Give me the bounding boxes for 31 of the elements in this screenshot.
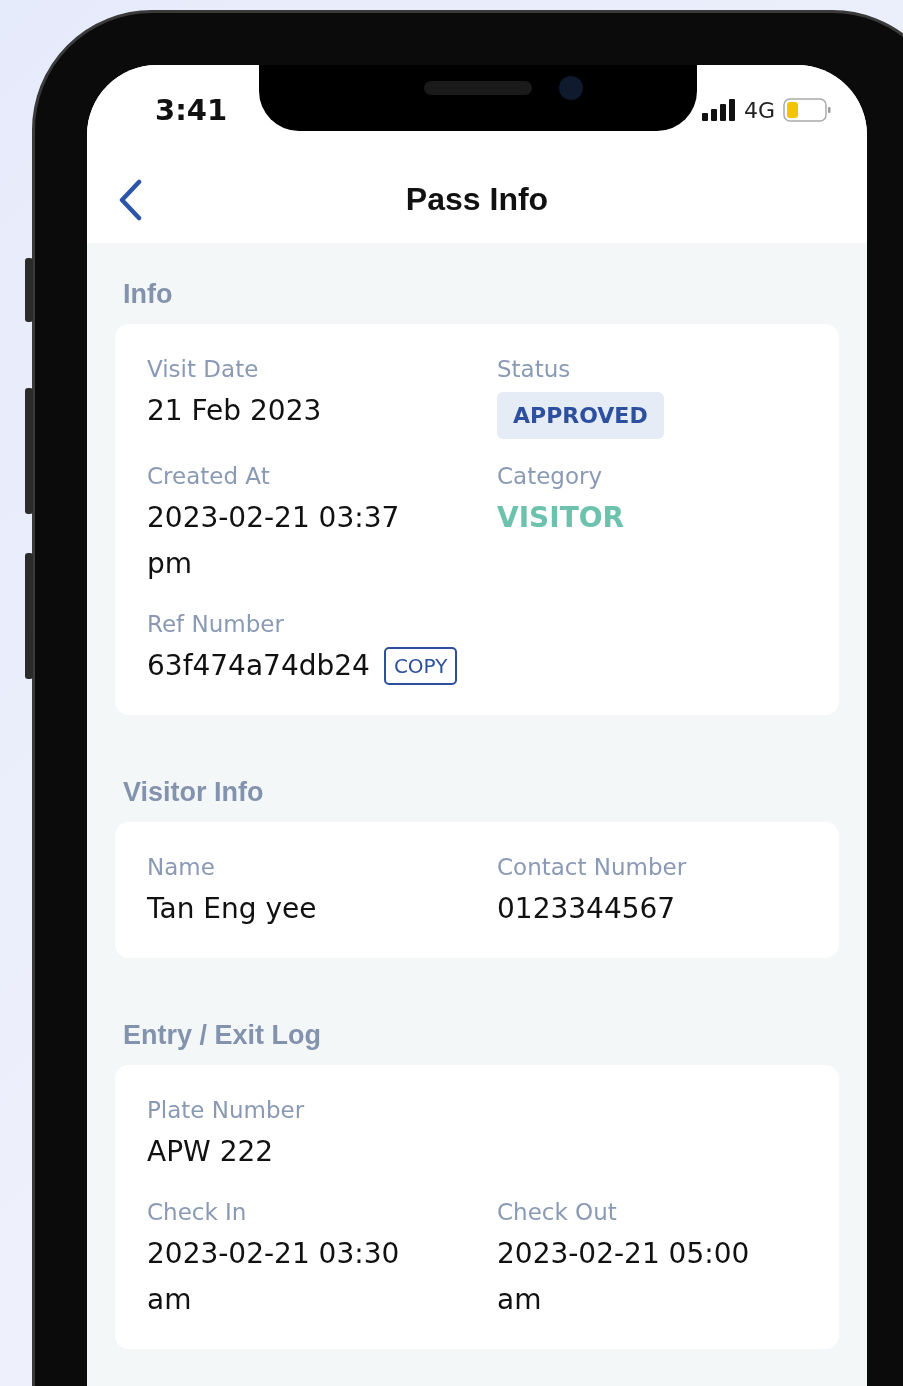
battery-icon xyxy=(783,98,831,122)
field-label: Check Out xyxy=(497,1199,618,1225)
field-label: Visit Date xyxy=(147,356,260,382)
page-title: Pass Info xyxy=(405,180,549,218)
field-value: 2023-02-21 05:00 am xyxy=(497,1236,751,1318)
field-value: APW 222 xyxy=(147,1134,275,1170)
camera xyxy=(559,76,583,100)
field-value: Tan Eng yee xyxy=(147,891,318,927)
section-title: Info xyxy=(123,279,174,310)
field-value: 2023-02-21 03:37 pm xyxy=(147,500,401,582)
field-label: Ref Number xyxy=(147,611,285,637)
field-label: Status xyxy=(497,356,572,382)
field-value: 0123344567 xyxy=(497,891,677,927)
status-time: 3:41 xyxy=(155,93,228,127)
category-value: VISITOR xyxy=(497,500,626,536)
field-label: Check In xyxy=(147,1199,248,1225)
signal-icon xyxy=(701,99,736,121)
back-icon xyxy=(117,179,143,221)
field-value: 63f474a74db24 xyxy=(147,648,370,684)
status-badge: APPROVED xyxy=(497,392,664,439)
section-title: Visitor Info xyxy=(123,777,265,808)
field-label: Contact Number xyxy=(497,854,688,880)
field-value: 21 Feb 2023 xyxy=(147,393,323,429)
copy-button[interactable]: COPY xyxy=(383,647,458,685)
network-label: 4G xyxy=(743,97,775,123)
field-label: Plate Number xyxy=(147,1097,306,1123)
field-label: Category xyxy=(497,463,604,489)
field-label: Name xyxy=(147,854,216,880)
field-label: Created At xyxy=(147,463,271,489)
field-value: 2023-02-21 03:30 am xyxy=(147,1236,401,1318)
section-title: Entry / Exit Log xyxy=(123,1020,323,1051)
